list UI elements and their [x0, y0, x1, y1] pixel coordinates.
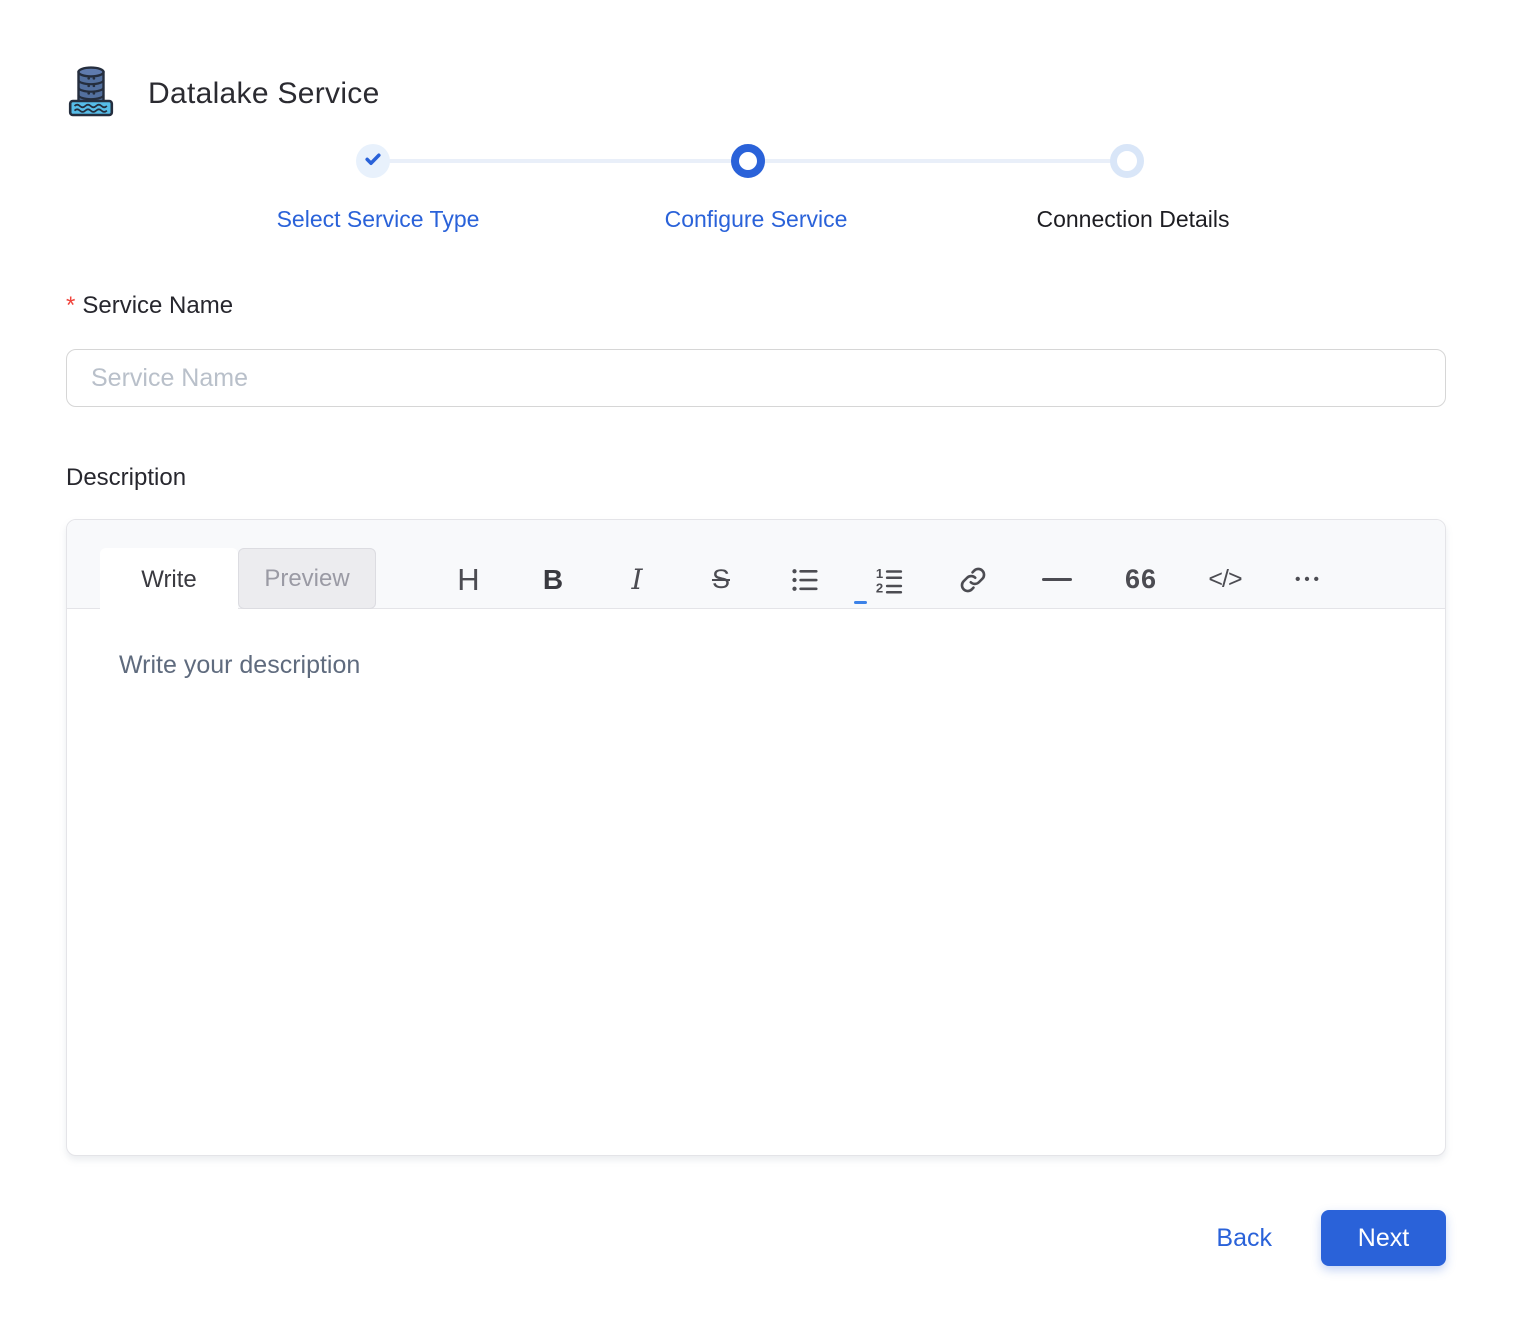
tab-preview[interactable]: Preview	[238, 548, 376, 609]
service-name-input[interactable]	[66, 349, 1446, 407]
step-2-active-circle[interactable]	[731, 144, 765, 178]
service-name-label: * Service Name	[66, 292, 233, 320]
editor-body	[67, 609, 1445, 1155]
step-1-label[interactable]: Select Service Type	[277, 206, 480, 233]
check-icon	[363, 149, 383, 174]
quote-icon[interactable]: 66	[1121, 556, 1161, 604]
service-name-label-text: Service Name	[82, 292, 234, 319]
horizontal-rule-icon[interactable]	[1037, 556, 1077, 604]
datalake-icon	[68, 64, 114, 123]
unordered-list-icon[interactable]	[785, 556, 825, 604]
code-icon[interactable]: </>	[1205, 556, 1245, 604]
required-asterisk: *	[66, 292, 76, 319]
editor-toolbar-header: Write Preview H B I S 1 2 66 </> •••	[67, 520, 1445, 612]
bold-icon[interactable]: B	[533, 556, 573, 604]
description-label: Description	[66, 464, 187, 491]
page-header: Datalake Service	[68, 64, 380, 123]
editor-toolbar: H B I S 1 2 66 </> •••	[449, 548, 1373, 611]
heading-icon[interactable]: H	[449, 556, 489, 604]
step-connector-1	[373, 159, 748, 163]
step-2-label[interactable]: Configure Service	[665, 206, 848, 233]
description-textarea[interactable]	[67, 609, 1445, 1155]
ordered-list-icon[interactable]: 1 2	[869, 556, 909, 604]
svg-text:1: 1	[876, 565, 883, 580]
link-icon[interactable]	[953, 556, 993, 604]
back-button[interactable]: Back	[1216, 1224, 1272, 1253]
step-3-label[interactable]: Connection Details	[1036, 206, 1229, 233]
datalake-service-wizard: Datalake Service Select Service Type Con…	[0, 0, 1516, 1334]
italic-icon[interactable]: I	[617, 556, 657, 604]
step-connector-2	[748, 159, 1127, 163]
footer-actions: Back Next	[1216, 1210, 1446, 1266]
step-3-upcoming-circle[interactable]	[1110, 144, 1144, 178]
strikethrough-icon[interactable]: S	[701, 556, 741, 604]
svg-text:2: 2	[876, 580, 883, 595]
step-1-completed-circle[interactable]	[356, 144, 390, 178]
page-title: Datalake Service	[148, 76, 380, 110]
more-icon[interactable]: •••	[1289, 556, 1329, 604]
next-button[interactable]: Next	[1321, 1210, 1446, 1266]
markdown-editor: Write Preview H B I S 1 2 66 </> ••• Wri…	[66, 519, 1446, 1156]
tab-write[interactable]: Write	[100, 548, 238, 612]
